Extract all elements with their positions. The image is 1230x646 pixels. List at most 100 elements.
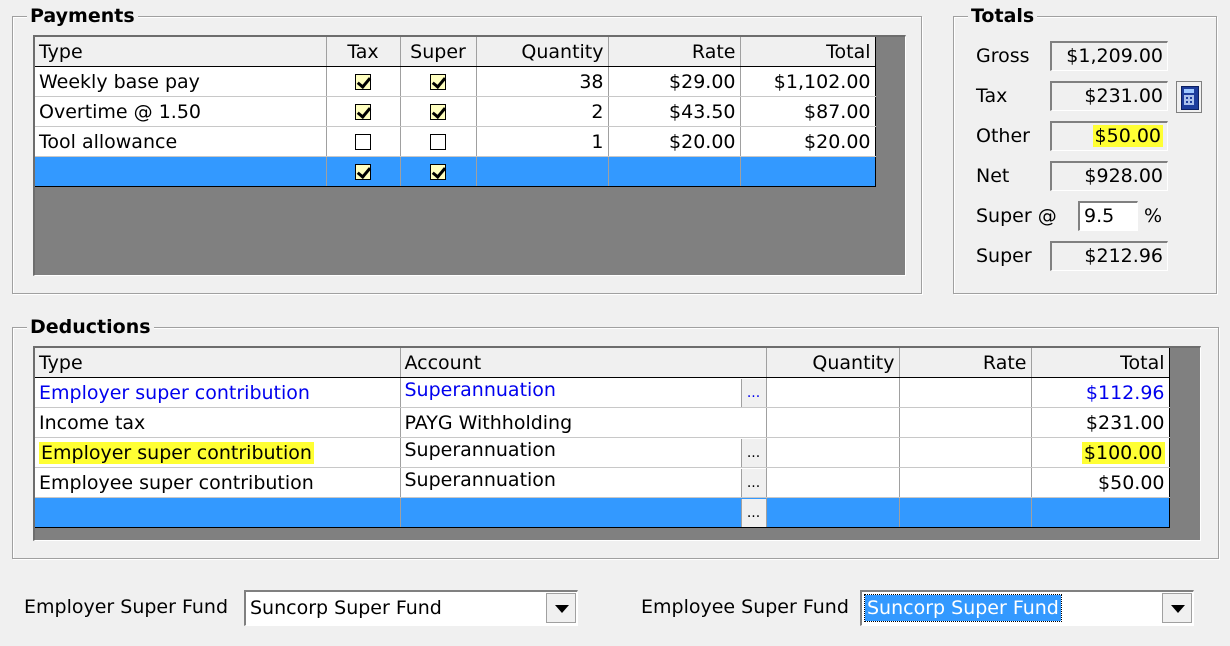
payment-super-cell[interactable]: [400, 66, 477, 97]
table-row[interactable]: Overtime @ 1.50 2 $43.50 $87.00: [35, 96, 876, 127]
payment-type-cell[interactable]: Overtime @ 1.50: [35, 96, 327, 127]
account-lookup-button[interactable]: ...: [740, 498, 765, 527]
payment-rate-cell[interactable]: [608, 156, 741, 187]
tax-checkbox[interactable]: [355, 104, 371, 120]
col-header-rate[interactable]: Rate: [899, 348, 1032, 378]
deduction-rate-cell[interactable]: [899, 497, 1032, 528]
deduction-type-cell[interactable]: Employer super contribution: [35, 437, 401, 468]
col-header-total[interactable]: Total: [1031, 348, 1170, 378]
new-payment-row[interactable]: [35, 156, 876, 187]
table-row[interactable]: Employer super contribution Superannuati…: [35, 437, 1170, 468]
deduction-rate-cell[interactable]: [899, 467, 1032, 498]
deduction-account-cell[interactable]: Superannuation...: [400, 467, 767, 498]
payment-rate-cell[interactable]: $20.00: [608, 126, 741, 157]
new-deduction-row[interactable]: ...: [35, 497, 1170, 528]
payment-quantity-cell[interactable]: 38: [476, 66, 609, 97]
super-checkbox[interactable]: [430, 164, 446, 180]
account-text: Superannuation: [404, 468, 556, 491]
payment-super-cell[interactable]: [400, 96, 477, 127]
employee-fund-value: Suncorp Super Fund: [864, 594, 1062, 622]
deduction-account-cell[interactable]: Superannuation...: [400, 437, 767, 468]
account-lookup-button[interactable]: ...: [740, 378, 765, 407]
col-header-quantity[interactable]: Quantity: [476, 37, 609, 67]
deduction-account-cell[interactable]: PAYG Withholding: [400, 407, 767, 438]
other-value: $50.00: [1092, 125, 1163, 147]
deduction-total-cell[interactable]: $50.00: [1031, 467, 1170, 498]
deduction-rate-cell[interactable]: [899, 407, 1032, 438]
chevron-down-icon[interactable]: [546, 593, 576, 623]
deduction-account-cell[interactable]: Superannuation...: [400, 377, 767, 408]
payment-super-cell[interactable]: [400, 156, 477, 187]
calculator-button[interactable]: [1176, 81, 1202, 113]
table-row[interactable]: Employee super contribution Superannuati…: [35, 467, 1170, 498]
super-checkbox[interactable]: [430, 104, 446, 120]
payment-tax-cell[interactable]: [326, 66, 401, 97]
col-header-rate[interactable]: Rate: [608, 37, 741, 67]
payment-rate-cell[interactable]: $43.50: [608, 96, 741, 127]
deduction-type-cell[interactable]: Income tax: [35, 407, 401, 438]
deduction-rate-cell[interactable]: [899, 437, 1032, 468]
col-header-type[interactable]: Type: [35, 37, 327, 67]
payment-tax-cell[interactable]: [326, 126, 401, 157]
deduction-quantity-cell[interactable]: [766, 377, 900, 408]
account-lookup-button[interactable]: ...: [740, 438, 765, 467]
payment-total-cell[interactable]: $1,102.00: [740, 66, 876, 97]
payment-total-cell[interactable]: [740, 156, 876, 187]
payment-type-cell[interactable]: Weekly base pay: [35, 66, 327, 97]
deduction-total-cell[interactable]: [1031, 497, 1170, 528]
deduction-total-cell[interactable]: $112.96: [1031, 377, 1170, 408]
gross-value: $1,209.00: [1050, 41, 1168, 71]
deduction-account-cell[interactable]: ...: [400, 497, 767, 528]
deductions-grid: Type Account Quantity Rate Total Employe…: [33, 346, 1201, 541]
deduction-rate-cell[interactable]: [899, 377, 1032, 408]
table-row[interactable]: Weekly base pay 38 $29.00 $1,102.00: [35, 66, 876, 97]
tax-label: Tax: [976, 85, 1008, 107]
col-header-type[interactable]: Type: [35, 348, 401, 378]
payment-super-cell[interactable]: [400, 126, 477, 157]
gross-label: Gross: [976, 45, 1030, 67]
payment-quantity-cell[interactable]: 2: [476, 96, 609, 127]
col-header-super[interactable]: Super: [400, 37, 477, 67]
payment-total-cell[interactable]: $87.00: [740, 96, 876, 127]
col-header-account[interactable]: Account: [400, 348, 767, 378]
deduction-quantity-cell[interactable]: [766, 437, 900, 468]
deduction-quantity-cell[interactable]: [766, 407, 900, 438]
deductions-table: Type Account Quantity Rate Total Employe…: [35, 348, 1170, 528]
super-rate-input[interactable]: 9.5: [1078, 201, 1138, 231]
tax-checkbox[interactable]: [355, 74, 371, 90]
payment-type-cell[interactable]: Tool allowance: [35, 126, 327, 157]
payment-quantity-cell[interactable]: 1: [476, 126, 609, 157]
super-rate-label: Super @: [976, 205, 1057, 227]
super-checkbox[interactable]: [430, 134, 446, 150]
deduction-total-cell[interactable]: $100.00: [1031, 437, 1170, 468]
payment-type-cell[interactable]: [35, 156, 327, 187]
deduction-quantity-cell[interactable]: [766, 497, 900, 528]
net-label: Net: [976, 165, 1010, 187]
employer-fund-select[interactable]: Suncorp Super Fund: [244, 590, 578, 626]
employee-fund-select[interactable]: Suncorp Super Fund: [860, 590, 1194, 626]
deduction-quantity-cell[interactable]: [766, 467, 900, 498]
payments-group: Payments Type Tax Super Quantity Rate To…: [12, 6, 922, 294]
table-row[interactable]: Tool allowance 1 $20.00 $20.00: [35, 126, 876, 157]
deduction-type-cell[interactable]: Employee super contribution: [35, 467, 401, 498]
deduction-type-cell[interactable]: [35, 497, 401, 528]
payment-total-cell[interactable]: $20.00: [740, 126, 876, 157]
super-checkbox[interactable]: [430, 74, 446, 90]
deduction-total-cell[interactable]: $231.00: [1031, 407, 1170, 438]
col-header-tax[interactable]: Tax: [326, 37, 401, 67]
tax-checkbox[interactable]: [355, 134, 371, 150]
col-header-quantity[interactable]: Quantity: [766, 348, 900, 378]
deduction-type-cell[interactable]: Employer super contribution: [35, 377, 401, 408]
super-rate-unit: %: [1144, 205, 1163, 227]
payment-tax-cell[interactable]: [326, 96, 401, 127]
payment-quantity-cell[interactable]: [476, 156, 609, 187]
chevron-down-icon[interactable]: [1162, 593, 1192, 623]
account-lookup-button[interactable]: ...: [740, 468, 765, 497]
other-label: Other: [976, 125, 1030, 147]
payment-rate-cell[interactable]: $29.00: [608, 66, 741, 97]
tax-checkbox[interactable]: [355, 164, 371, 180]
table-row[interactable]: Employer super contribution Superannuati…: [35, 377, 1170, 408]
payment-tax-cell[interactable]: [326, 156, 401, 187]
table-row[interactable]: Income tax PAYG Withholding $231.00: [35, 407, 1170, 438]
col-header-total[interactable]: Total: [740, 37, 876, 67]
